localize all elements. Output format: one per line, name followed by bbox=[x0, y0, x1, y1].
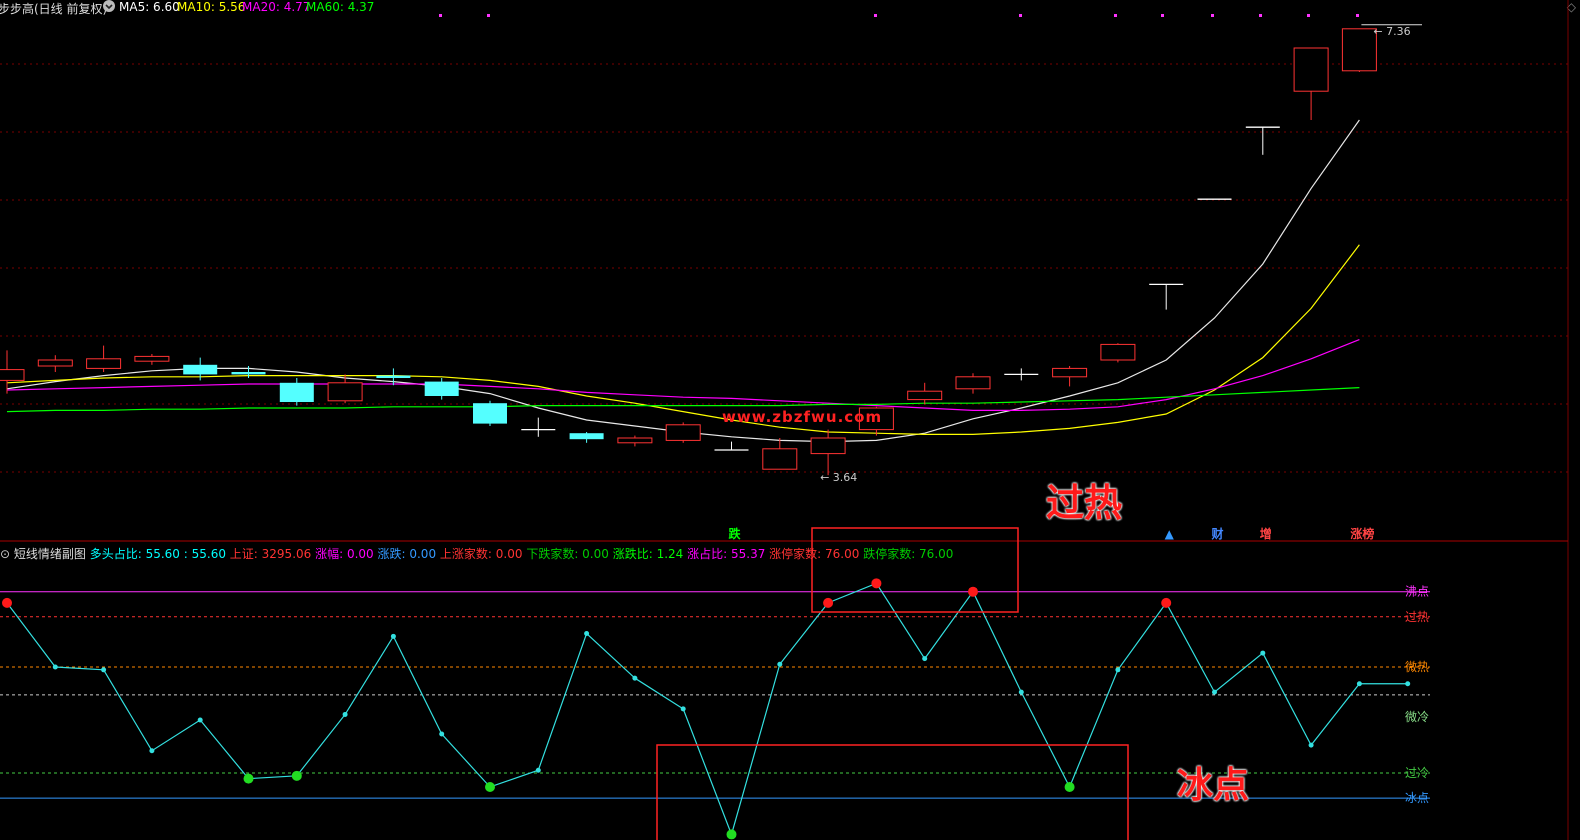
emotion-point bbox=[101, 667, 107, 673]
sub-stat-7: 涨占比: 55.37 bbox=[683, 547, 766, 561]
freeze-dot bbox=[291, 770, 302, 781]
emotion-point bbox=[439, 731, 445, 737]
stock-chart-window: 步步高(日线 前复权) MA5: 6.60 MA10: 5.56 MA20: 4… bbox=[0, 0, 1580, 840]
emotion-point bbox=[922, 656, 928, 662]
marker-3: 增 bbox=[1260, 526, 1272, 541]
sub-panel-circle-icon[interactable]: ⊙ bbox=[0, 547, 10, 561]
top-marker-dot bbox=[1259, 14, 1262, 17]
overheat-dot bbox=[968, 586, 978, 597]
candle-body-up bbox=[86, 358, 122, 369]
emotion-point bbox=[1260, 650, 1266, 656]
level-label-5: 过冷 bbox=[1405, 766, 1429, 780]
sub-stat-2: 涨幅: 0.00 bbox=[311, 547, 374, 561]
high-price-label: ← 7.36 bbox=[1373, 25, 1410, 38]
candle-body-down bbox=[424, 381, 459, 396]
overheat-annotation: 过热 bbox=[1046, 481, 1123, 525]
emotion-point bbox=[197, 717, 203, 723]
top-marker-dot bbox=[1211, 14, 1214, 17]
candle-body-up bbox=[617, 437, 653, 444]
sub-stat-5: 下跌家数: 0.00 bbox=[522, 547, 609, 561]
overheat-dot bbox=[2, 597, 12, 608]
emotion-point bbox=[390, 633, 396, 639]
ma-line-ma60 bbox=[6, 387, 1360, 413]
emotion-point bbox=[1212, 689, 1217, 695]
freeze-dot bbox=[485, 781, 495, 792]
overheat-dot bbox=[1161, 597, 1172, 608]
candle-body-up bbox=[955, 376, 991, 390]
top-marker-dot bbox=[1161, 14, 1164, 17]
candle-body-up bbox=[1293, 47, 1329, 92]
candle-body-up bbox=[1052, 367, 1088, 378]
top-marker-dot bbox=[1307, 14, 1310, 17]
top-marker-dot bbox=[1019, 14, 1022, 17]
emotion-point bbox=[1356, 681, 1362, 687]
emotion-point bbox=[1018, 689, 1024, 695]
marker-0: 跌 bbox=[728, 526, 741, 541]
top-marker-dot bbox=[487, 14, 490, 17]
emotion-point bbox=[584, 631, 590, 637]
sub-panel-header: ⊙ 短线情绪副图 多头占比: 55.60 : 55.60 上证: 3295.06… bbox=[0, 545, 953, 562]
level-label-2: 微热 bbox=[1405, 660, 1429, 674]
sub-stat-9: 跌停家数: 76.00 bbox=[859, 547, 954, 561]
sub-stat-1: 上证: 3295.06 bbox=[225, 547, 312, 561]
emotion-point bbox=[1115, 667, 1121, 673]
marker-2: 财 bbox=[1210, 526, 1223, 541]
candle-body-up bbox=[762, 448, 798, 470]
emotion-point bbox=[1405, 681, 1411, 687]
ma-line-ma5 bbox=[6, 119, 1360, 443]
top-marker-dot bbox=[439, 14, 442, 17]
sub-stat-6: 涨跌比: 1.24 bbox=[608, 547, 684, 561]
marker-1: ▲ bbox=[1165, 527, 1175, 541]
overheat-dot bbox=[823, 597, 834, 608]
candle-body-down bbox=[569, 433, 604, 440]
freeze-dot bbox=[726, 829, 737, 840]
level-label-6: 冰点 bbox=[1405, 791, 1429, 805]
sub-stat-4: 上涨家数: 0.00 bbox=[436, 547, 523, 561]
candle-body-down bbox=[473, 403, 507, 424]
emotion-point bbox=[680, 706, 686, 712]
candle-body-up bbox=[810, 437, 846, 455]
candle-body-up bbox=[37, 359, 73, 367]
candle-body-up bbox=[327, 382, 363, 402]
candle-body-down bbox=[231, 372, 266, 375]
sub-stat-8: 涨停家数: 76.00 bbox=[765, 547, 860, 561]
top-marker-dot bbox=[1114, 14, 1117, 17]
freeze-dot bbox=[243, 773, 254, 784]
candle-body-down bbox=[279, 382, 314, 402]
level-label-4: 微冷 bbox=[1405, 710, 1429, 724]
candle-body-up bbox=[1100, 343, 1136, 361]
emotion-point bbox=[535, 767, 541, 773]
watermark: www.zbzfwu.com bbox=[722, 408, 883, 426]
overheat-dot bbox=[871, 578, 882, 589]
emotion-point bbox=[777, 661, 783, 667]
freeze-dot bbox=[1064, 781, 1075, 792]
sub-panel-name: 短线情绪副图 bbox=[13, 547, 86, 561]
emotion-point bbox=[342, 711, 348, 717]
marker-4: 涨榜 bbox=[1350, 526, 1374, 541]
top-marker-dot bbox=[874, 14, 877, 17]
sub-stat-0: 多头占比: 55.60 : 55.60 bbox=[89, 547, 226, 561]
candle-body-down bbox=[183, 364, 218, 375]
ma-line-ma20 bbox=[6, 339, 1360, 411]
emotion-point bbox=[632, 675, 638, 681]
candle-body-up bbox=[907, 390, 943, 401]
sub-stat-3: 涨跌: 0.00 bbox=[373, 547, 437, 561]
level-label-1: 过热 bbox=[1405, 610, 1429, 624]
candle-body-up bbox=[1341, 28, 1377, 72]
top-marker-dot bbox=[1356, 14, 1359, 17]
candle-body-up bbox=[134, 355, 170, 362]
candle-body-up bbox=[665, 424, 701, 441]
emotion-point bbox=[1308, 742, 1314, 748]
level-label-0: 沸点 bbox=[1405, 585, 1429, 599]
freeze-annotation: 冰点 bbox=[1177, 765, 1250, 806]
emotion-point bbox=[149, 748, 155, 754]
low-price-label: ← 3.64 bbox=[820, 471, 857, 484]
emotion-point bbox=[52, 664, 58, 670]
candle-body-up bbox=[0, 369, 25, 381]
candle-body-down bbox=[376, 375, 411, 378]
